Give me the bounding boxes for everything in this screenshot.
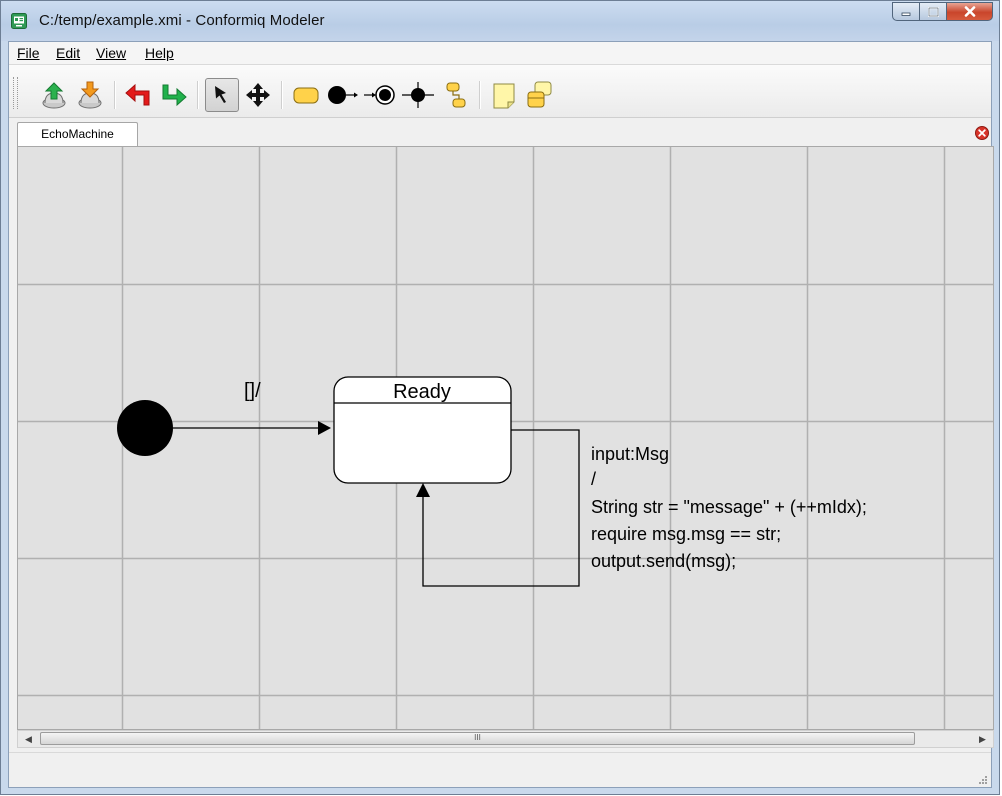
- state-ready-name: Ready: [393, 381, 451, 403]
- title-bar[interactable]: C:/temp/example.xmi - Conformiq Modeler: [1, 1, 999, 41]
- initial-state-icon: [328, 86, 358, 104]
- menu-bar: File Edit View Help: [9, 42, 991, 65]
- resize-grip-icon[interactable]: [977, 774, 987, 784]
- class-tool-button[interactable]: [523, 78, 557, 112]
- toolbar-grip[interactable]: [13, 77, 18, 109]
- menu-edit-label: Edit: [56, 45, 81, 61]
- note-icon: [493, 83, 515, 109]
- export-button[interactable]: [37, 78, 71, 112]
- transition-action-line-2: require msg.msg == str;: [591, 524, 781, 544]
- window-controls: [892, 2, 993, 22]
- composite-state-icon: [446, 82, 466, 108]
- junction-tool-button[interactable]: [401, 78, 435, 112]
- toolbar-separator: [197, 81, 199, 109]
- toolbar-separator: [479, 81, 481, 109]
- junction-icon: [402, 82, 434, 108]
- select-tool-button[interactable]: [205, 78, 239, 112]
- self-transition-label[interactable]: input:Msg / String str = "message" + (++…: [591, 444, 867, 571]
- initial-transition-label[interactable]: []/: [244, 380, 261, 402]
- close-icon: [964, 6, 975, 17]
- scroll-right-arrow-icon[interactable]: ▶: [974, 731, 991, 747]
- tab-bar: EchoMachine: [9, 118, 991, 147]
- toolbar: [9, 65, 991, 118]
- diagram-canvas[interactable]: []/ Ready input:Msg / String str = "mess…: [17, 146, 994, 730]
- export-icon: [42, 82, 66, 109]
- menu-help[interactable]: Help: [145, 45, 174, 61]
- modeler-app-icon: [11, 13, 27, 29]
- scrollbar-thumb[interactable]: III: [40, 732, 915, 745]
- client-area: File Edit View Help EchoMachine []/ Read…: [8, 41, 994, 788]
- scroll-left-arrow-icon[interactable]: ◀: [20, 731, 37, 747]
- move-tool-button[interactable]: [241, 78, 275, 112]
- final-state-tool-button[interactable]: [363, 78, 397, 112]
- note-tool-button[interactable]: [487, 78, 521, 112]
- self-transition-arrowhead: [416, 483, 430, 497]
- horizontal-scrollbar[interactable]: ◀ III ▶: [17, 730, 994, 748]
- composite-state-tool-button[interactable]: [439, 78, 473, 112]
- status-bar: [9, 752, 991, 787]
- menu-file-label: File: [17, 45, 40, 61]
- state-ready[interactable]: Ready: [333, 376, 512, 484]
- move-icon: [246, 83, 270, 107]
- select-pointer-icon: [215, 86, 226, 103]
- menu-edit[interactable]: Edit: [56, 45, 80, 61]
- initial-state-tool-button[interactable]: [325, 78, 359, 112]
- minimize-icon: [901, 12, 911, 16]
- window-title: C:/temp/example.xmi - Conformiq Modeler: [39, 12, 325, 29]
- menu-view-label: View: [96, 45, 127, 61]
- scrollbar-thumb-grip: III: [474, 733, 481, 742]
- state-machine-diagram: []/ Ready input:Msg / String str = "mess…: [18, 147, 993, 729]
- redo-button[interactable]: [157, 78, 191, 112]
- undo-icon: [125, 83, 150, 106]
- class-icon: [527, 81, 552, 108]
- redo-icon: [162, 84, 187, 107]
- tab-echomachine[interactable]: EchoMachine: [17, 122, 138, 147]
- main-window: C:/temp/example.xmi - Conformiq Modeler …: [0, 0, 1000, 795]
- minimize-button[interactable]: [892, 2, 920, 21]
- maximize-button[interactable]: [920, 2, 947, 21]
- transition-action-line-3: output.send(msg);: [591, 551, 736, 571]
- close-tab-icon[interactable]: [975, 126, 989, 140]
- close-button[interactable]: [947, 2, 993, 21]
- final-state-icon: [364, 85, 395, 105]
- maximize-icon: [927, 6, 939, 17]
- menu-file[interactable]: File: [17, 45, 40, 61]
- transition-separator-text: /: [591, 469, 596, 489]
- menu-view[interactable]: View: [96, 45, 126, 61]
- import-button[interactable]: [73, 78, 107, 112]
- initial-state-node[interactable]: [117, 400, 173, 456]
- transition-action-line-1: String str = "message" + (++mIdx);: [591, 497, 867, 517]
- transition-trigger-text: input:Msg: [591, 444, 669, 464]
- menu-help-label: Help: [145, 45, 174, 61]
- initial-transition-arrowhead: [318, 421, 331, 435]
- undo-button[interactable]: [121, 78, 155, 112]
- state-tool-button[interactable]: [289, 78, 323, 112]
- import-icon: [78, 81, 102, 109]
- state-icon: [293, 87, 319, 104]
- toolbar-separator: [114, 81, 116, 109]
- toolbar-separator: [281, 81, 283, 109]
